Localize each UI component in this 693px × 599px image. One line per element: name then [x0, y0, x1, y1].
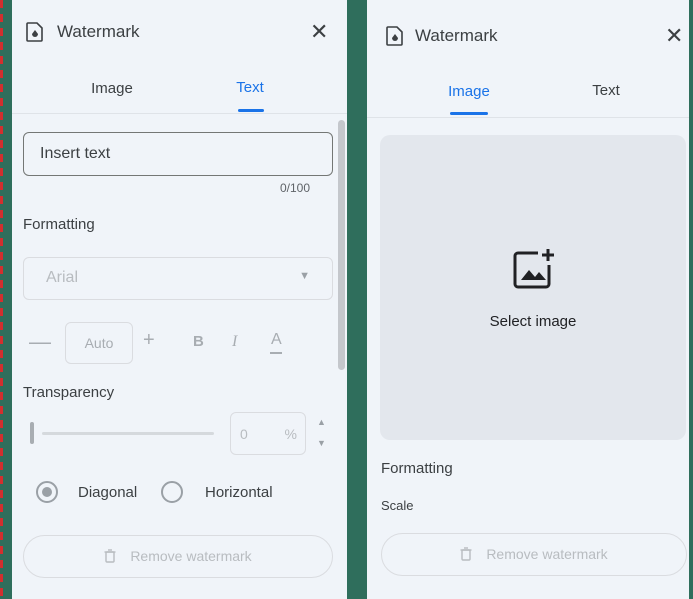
panel-divider	[347, 0, 367, 599]
font-size-input[interactable]: Auto	[65, 322, 133, 364]
diagonal-radio[interactable]	[36, 481, 58, 503]
slide-border	[0, 0, 3, 599]
trash-icon	[460, 547, 472, 561]
document-watermark-icon	[386, 26, 403, 46]
scale-label: Scale	[381, 498, 414, 513]
close-icon[interactable]: ✕	[665, 25, 683, 47]
formatting-heading: Formatting	[23, 216, 95, 233]
slide-edge-right	[689, 0, 693, 599]
select-image-dropzone[interactable]: Select image	[380, 135, 686, 440]
character-counter: 0/100	[280, 181, 311, 195]
panel-header: Watermark ✕	[12, 0, 347, 62]
font-family-select[interactable]: Arial ▼	[23, 257, 333, 300]
watermark-text-input[interactable]: Insert text	[23, 132, 333, 176]
select-image-label: Select image	[489, 313, 577, 330]
percent-unit: %	[284, 426, 297, 442]
remove-watermark-button[interactable]: Remove watermark	[23, 535, 333, 578]
remove-watermark-label: Remove watermark	[130, 548, 252, 564]
increase-font-size-button[interactable]: +	[143, 329, 155, 352]
spin-up-icon[interactable]: ▲	[317, 417, 326, 427]
scrollbar[interactable]	[338, 120, 345, 370]
slide-edge	[0, 0, 12, 599]
transparency-value: 0	[240, 426, 248, 442]
text-color-button[interactable]: A	[270, 331, 282, 354]
tab-text[interactable]: Text	[218, 79, 282, 96]
watermark-panel-text: Watermark ✕ Image Text Insert text 0/100…	[12, 0, 347, 599]
document-watermark-icon	[26, 22, 43, 42]
transparency-slider-handle[interactable]	[30, 422, 34, 444]
horizontal-radio[interactable]	[161, 481, 183, 503]
diagonal-label: Diagonal	[78, 484, 138, 501]
font-family-value: Arial	[46, 269, 79, 286]
tab-image[interactable]: Image	[80, 80, 144, 97]
remove-watermark-label: Remove watermark	[486, 546, 608, 562]
watermark-panel-image: Watermark ✕ Image Text Select image Form…	[367, 0, 689, 599]
tab-bar: Image Text	[12, 62, 347, 114]
spin-down-icon[interactable]: ▼	[317, 438, 326, 448]
tab-bar: Image Text	[367, 66, 689, 118]
panel-title: Watermark	[57, 22, 140, 41]
panel-title: Watermark	[415, 26, 498, 45]
active-tab-indicator	[238, 109, 264, 112]
bold-button[interactable]: B	[193, 333, 204, 350]
text-formatting-toolbar: — Auto + B I A	[23, 320, 333, 364]
close-icon[interactable]: ✕	[310, 21, 328, 43]
panel-header: Watermark ✕	[367, 0, 689, 62]
add-image-icon	[513, 249, 554, 289]
chevron-down-icon: ▼	[299, 270, 310, 282]
tab-image[interactable]: Image	[437, 83, 501, 100]
tab-text[interactable]: Text	[574, 82, 638, 99]
formatting-heading: Formatting	[381, 460, 453, 477]
trash-icon	[104, 549, 116, 563]
transparency-heading: Transparency	[23, 384, 115, 401]
remove-watermark-button[interactable]: Remove watermark	[381, 533, 687, 576]
active-tab-indicator	[450, 112, 488, 115]
horizontal-label: Horizontal	[205, 484, 273, 501]
transparency-percent-input[interactable]: 0 %	[230, 412, 306, 455]
italic-button[interactable]: I	[232, 333, 237, 351]
transparency-slider-track[interactable]	[42, 432, 214, 435]
decrease-font-size-button[interactable]: —	[29, 329, 51, 355]
